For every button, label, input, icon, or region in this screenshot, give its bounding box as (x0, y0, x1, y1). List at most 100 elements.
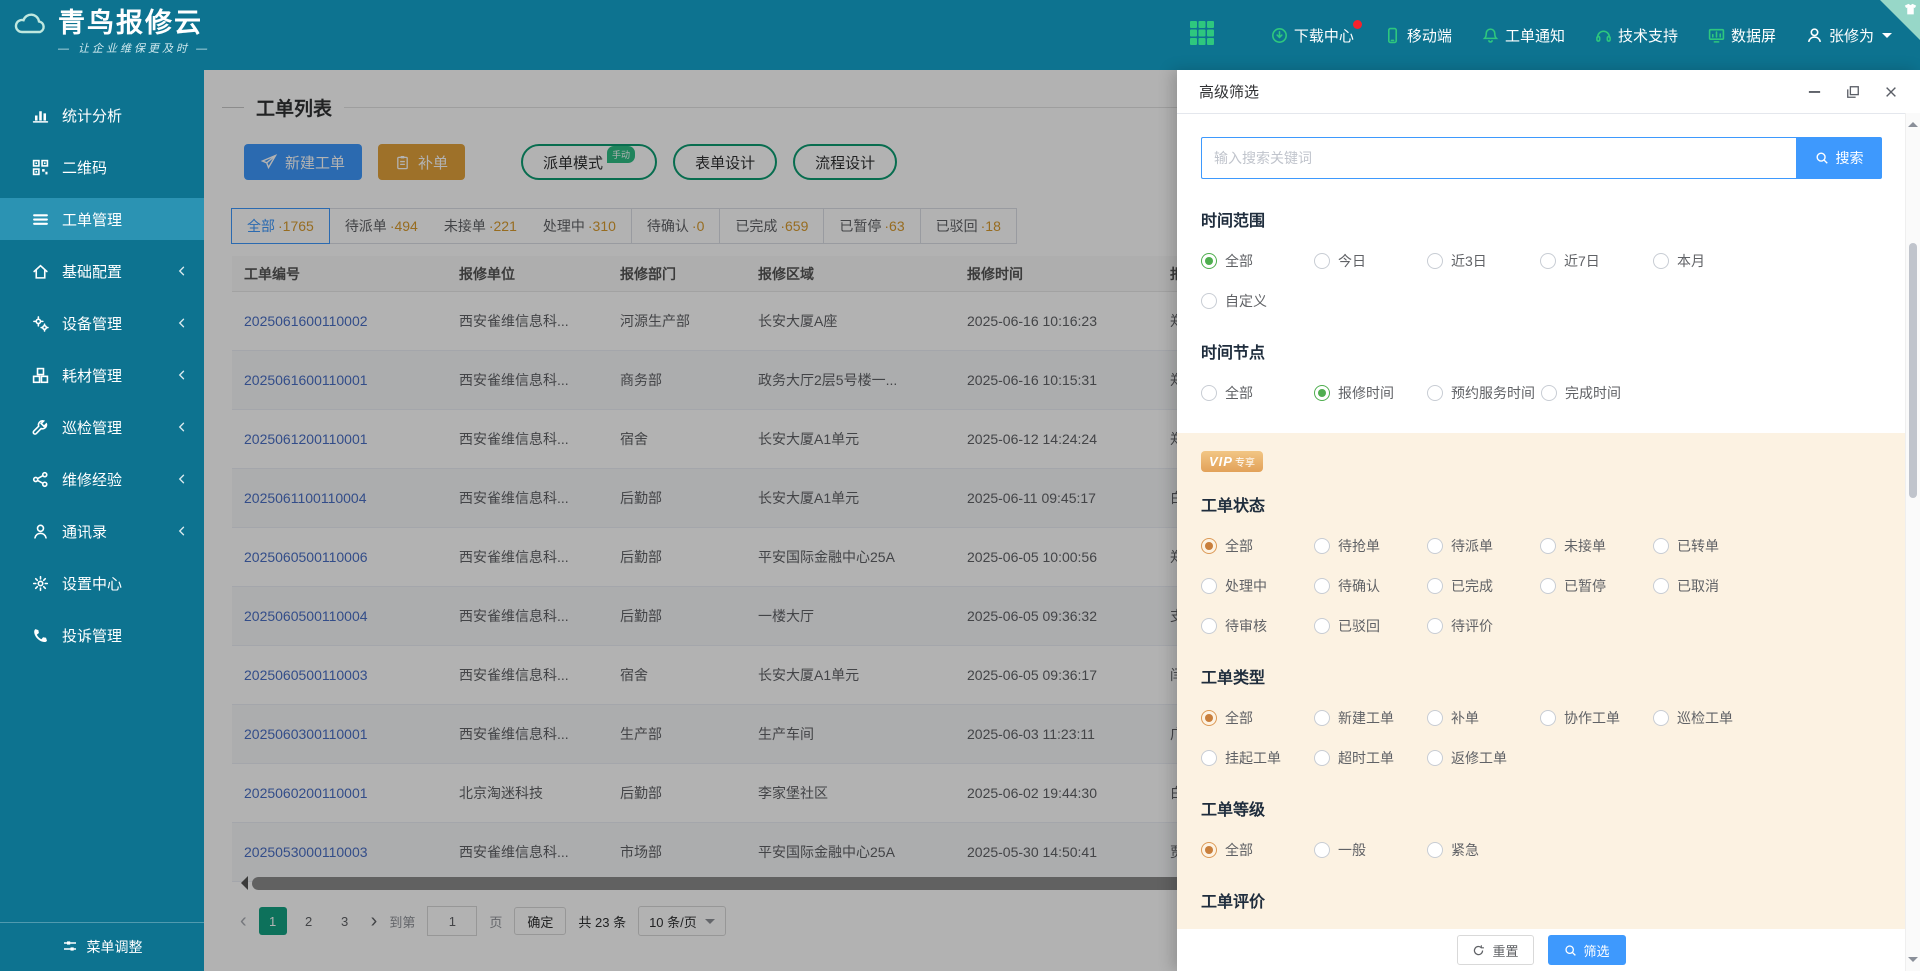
top-nav-item[interactable]: 工单通知 (1482, 25, 1565, 46)
radio-checked[interactable] (1201, 842, 1217, 858)
sidebar-item-二维码[interactable]: 二维码 (0, 146, 204, 188)
restore-icon[interactable] (1846, 85, 1860, 99)
sidebar-item-label: 耗材管理 (62, 365, 122, 386)
filter-option-待抢单[interactable]: 待抢单 (1314, 536, 1421, 556)
option-label: 全部 (1225, 536, 1253, 556)
sidebar-item-统计分析[interactable]: 统计分析 (0, 94, 204, 136)
panel-scrollbar[interactable] (1905, 113, 1920, 971)
radio-unchecked[interactable] (1653, 538, 1669, 554)
radio-unchecked[interactable] (1314, 618, 1330, 634)
filter-option-已转单[interactable]: 已转单 (1653, 536, 1760, 556)
filter-option-全部[interactable]: 全部 (1201, 536, 1308, 556)
sidebar-item-投诉管理[interactable]: 投诉管理 (0, 614, 204, 656)
sidebar-item-工单管理[interactable]: 工单管理 (0, 198, 204, 240)
sidebar-item-设备管理[interactable]: 设备管理 (0, 302, 204, 344)
search-button[interactable]: 搜索 (1796, 137, 1882, 179)
radio-unchecked[interactable] (1314, 842, 1330, 858)
radio-unchecked[interactable] (1427, 385, 1443, 401)
radio-unchecked[interactable] (1427, 618, 1443, 634)
filter-option-处理中[interactable]: 处理中 (1201, 576, 1308, 596)
apps-grid-icon[interactable] (1189, 20, 1215, 51)
filter-option-已驳回[interactable]: 已驳回 (1314, 616, 1421, 636)
filter-option-协作工单[interactable]: 协作工单 (1540, 708, 1647, 728)
filter-option-超时工单[interactable]: 超时工单 (1314, 748, 1421, 768)
sidebar-item-耗材管理[interactable]: 耗材管理 (0, 354, 204, 396)
filter-option-近7日[interactable]: 近7日 (1540, 251, 1647, 271)
radio-unchecked[interactable] (1314, 538, 1330, 554)
radio-checked[interactable] (1201, 538, 1217, 554)
filter-option-完成时间[interactable]: 完成时间 (1541, 383, 1648, 403)
corner-ribbon-icon (1904, 3, 1917, 21)
radio-unchecked[interactable] (1314, 750, 1330, 766)
radio-unchecked[interactable] (1541, 385, 1557, 401)
filter-option-本月[interactable]: 本月 (1653, 251, 1760, 271)
sidebar-item-通讯录[interactable]: 通讯录 (0, 510, 204, 552)
search-input[interactable] (1201, 137, 1796, 179)
radio-unchecked[interactable] (1427, 253, 1443, 269)
radio-checked[interactable] (1314, 385, 1330, 401)
filter-option-已暂停[interactable]: 已暂停 (1540, 576, 1647, 596)
filter-option-近3日[interactable]: 近3日 (1427, 251, 1534, 271)
filter-option-报修时间[interactable]: 报修时间 (1314, 383, 1421, 403)
top-nav-item[interactable]: 数据屏 (1708, 25, 1776, 46)
sidebar-menu-adjust[interactable]: 菜单调整 (0, 922, 204, 971)
top-nav-item[interactable]: 技术支持 (1595, 25, 1678, 46)
filter-option-未接单[interactable]: 未接单 (1540, 536, 1647, 556)
filter-option-自定义[interactable]: 自定义 (1201, 291, 1308, 311)
sidebar-item-设置中心[interactable]: 设置中心 (0, 562, 204, 604)
filter-option-补单[interactable]: 补单 (1427, 708, 1534, 728)
filter-option-已完成[interactable]: 已完成 (1427, 576, 1534, 596)
filter-option-巡检工单[interactable]: 巡检工单 (1653, 708, 1760, 728)
radio-unchecked[interactable] (1653, 253, 1669, 269)
filter-option-一般[interactable]: 一般 (1314, 840, 1421, 860)
top-nav-item[interactable]: 下载中心 (1271, 25, 1354, 46)
radio-unchecked[interactable] (1540, 253, 1556, 269)
apply-filter-button[interactable]: 筛选 (1548, 935, 1626, 965)
filter-option-挂起工单[interactable]: 挂起工单 (1201, 748, 1308, 768)
panel-scroll-thumb[interactable] (1909, 243, 1917, 498)
filter-option-返修工单[interactable]: 返修工单 (1427, 748, 1534, 768)
sidebar-item-基础配置[interactable]: 基础配置 (0, 250, 204, 292)
radio-unchecked[interactable] (1540, 538, 1556, 554)
radio-unchecked[interactable] (1540, 710, 1556, 726)
filter-option-全部[interactable]: 全部 (1201, 708, 1308, 728)
filter-option-全部[interactable]: 全部 (1201, 251, 1308, 271)
radio-unchecked[interactable] (1314, 253, 1330, 269)
radio-unchecked[interactable] (1540, 578, 1556, 594)
filter-option-今日[interactable]: 今日 (1314, 251, 1421, 271)
filter-option-全部[interactable]: 全部 (1201, 383, 1308, 403)
close-icon[interactable] (1884, 85, 1898, 99)
radio-unchecked[interactable] (1427, 750, 1443, 766)
radio-unchecked[interactable] (1314, 578, 1330, 594)
filter-option-待派单[interactable]: 待派单 (1427, 536, 1534, 556)
scroll-up-arrow-icon[interactable] (1908, 117, 1918, 127)
radio-unchecked[interactable] (1201, 385, 1217, 401)
filter-option-待审核[interactable]: 待审核 (1201, 616, 1308, 636)
filter-option-紧急[interactable]: 紧急 (1427, 840, 1534, 860)
filter-option-预约服务时间[interactable]: 预约服务时间 (1427, 383, 1535, 403)
radio-checked[interactable] (1201, 710, 1217, 726)
filter-option-待评价[interactable]: 待评价 (1427, 616, 1534, 636)
radio-unchecked[interactable] (1201, 293, 1217, 309)
radio-unchecked[interactable] (1201, 618, 1217, 634)
filter-option-待确认[interactable]: 待确认 (1314, 576, 1421, 596)
radio-unchecked[interactable] (1653, 710, 1669, 726)
scroll-down-arrow-icon[interactable] (1908, 957, 1918, 967)
filter-option-新建工单[interactable]: 新建工单 (1314, 708, 1421, 728)
radio-unchecked[interactable] (1653, 578, 1669, 594)
filter-option-全部[interactable]: 全部 (1201, 840, 1308, 860)
radio-unchecked[interactable] (1314, 710, 1330, 726)
radio-unchecked[interactable] (1427, 710, 1443, 726)
filter-option-已取消[interactable]: 已取消 (1653, 576, 1760, 596)
sidebar-item-维修经验[interactable]: 维修经验 (0, 458, 204, 500)
reset-button[interactable]: 重置 (1457, 935, 1533, 965)
minimize-icon[interactable] (1807, 84, 1822, 99)
radio-checked[interactable] (1201, 253, 1217, 269)
radio-unchecked[interactable] (1427, 842, 1443, 858)
radio-unchecked[interactable] (1201, 578, 1217, 594)
radio-unchecked[interactable] (1201, 750, 1217, 766)
radio-unchecked[interactable] (1427, 538, 1443, 554)
top-nav-item[interactable]: 移动端 (1384, 25, 1452, 46)
radio-unchecked[interactable] (1427, 578, 1443, 594)
sidebar-item-巡检管理[interactable]: 巡检管理 (0, 406, 204, 448)
